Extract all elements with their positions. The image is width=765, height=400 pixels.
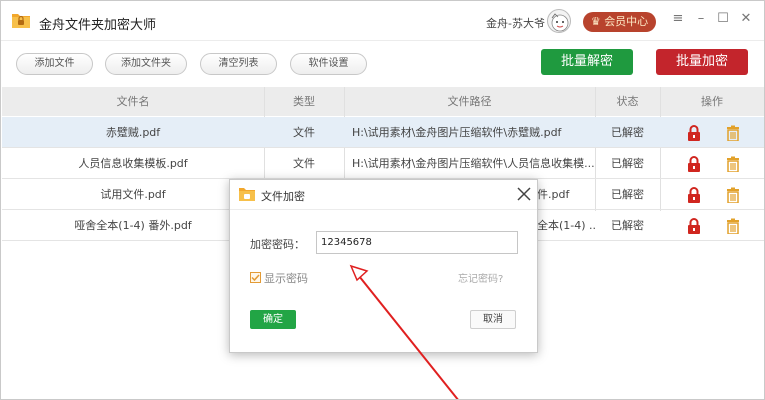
header-status[interactable]: 状态 (595, 87, 660, 116)
file-status: 已解密 (611, 157, 644, 170)
password-input[interactable] (316, 231, 518, 254)
file-type: 文件 (293, 126, 315, 139)
file-name: 人员信息收集模板.pdf (78, 157, 188, 170)
vip-center-label: 会员中心 (604, 15, 649, 28)
thumbs-up-icon: ♛ (590, 15, 601, 28)
trash-icon[interactable] (726, 156, 740, 172)
header-path[interactable]: 文件路径 (344, 87, 595, 116)
title-bar: 金舟文件夹加密大师 金舟-苏大爷 ♛ 会员中心 ≡ – ☐ ✕ (1, 1, 764, 41)
add-file-button[interactable]: 添加文件 (16, 53, 93, 75)
app-title: 金舟文件夹加密大师 (39, 18, 157, 33)
file-type: 文件 (293, 157, 315, 170)
folder-lock-icon (239, 188, 255, 201)
settings-button[interactable]: 软件设置 (290, 53, 367, 75)
file-name: 哑舍全本(1-4) 番外.pdf (74, 219, 192, 232)
file-path: H:\试用素材\金舟图片压缩软件\赤躄贼.pdf (352, 126, 562, 139)
lock-icon[interactable] (687, 218, 701, 234)
file-path: 件.pdf (537, 188, 570, 201)
table-row[interactable]: 赤躄贼.pdf 文件 H:\试用素材\金舟图片压缩软件\赤躄贼.pdf 已解密 (2, 117, 764, 148)
trash-icon[interactable] (726, 187, 740, 203)
minimize-icon[interactable]: – (693, 11, 709, 29)
cancel-button[interactable]: 取消 (470, 310, 516, 329)
batch-encrypt-button[interactable]: 批量加密 (656, 49, 748, 75)
close-icon[interactable]: ✕ (738, 11, 754, 29)
show-password-checkbox[interactable] (250, 272, 261, 283)
password-label: 加密密码： (250, 238, 305, 251)
table-row[interactable]: 人员信息收集模板.pdf 文件 H:\试用素材\金舟图片压缩软件\人员信息收集模… (2, 148, 764, 179)
file-status: 已解密 (611, 126, 644, 139)
avatar-face-icon (551, 13, 569, 32)
user-name: 金舟-苏大爷 (486, 17, 545, 30)
add-folder-button[interactable]: 添加文件夹 (105, 53, 187, 75)
header-type[interactable]: 类型 (264, 87, 344, 116)
table-header: 文件名 类型 文件路径 状态 操作 (2, 87, 764, 116)
file-status: 已解密 (611, 219, 644, 232)
folder-lock-logo-icon (12, 14, 30, 28)
file-status: 已解密 (611, 188, 644, 201)
clear-list-button[interactable]: 清空列表 (200, 53, 277, 75)
lock-icon[interactable] (687, 156, 701, 172)
header-actions: 操作 (701, 95, 723, 108)
lock-icon[interactable] (687, 187, 701, 203)
show-password-label[interactable]: 显示密码 (264, 270, 308, 286)
trash-icon[interactable] (726, 125, 740, 141)
trash-icon[interactable] (726, 218, 740, 234)
checkmark-icon (251, 274, 260, 282)
header-name[interactable]: 文件名 (2, 87, 264, 116)
vip-center-button[interactable]: ♛ 会员中心 (583, 12, 656, 32)
file-name: 赤躄贼.pdf (105, 126, 161, 139)
file-name: 试用文件.pdf (100, 188, 166, 201)
file-path: 全本(1-4) ... (537, 219, 595, 232)
menu-icon[interactable]: ≡ (670, 11, 686, 29)
encrypt-dialog: 文件加密 加密密码： 显示密码 忘记密码? 确定 取消 (229, 179, 538, 353)
forgot-password-link[interactable]: 忘记密码? (458, 270, 503, 285)
app-window: 金舟文件夹加密大师 金舟-苏大爷 ♛ 会员中心 ≡ – ☐ ✕ 添加文件 添加文… (0, 0, 765, 400)
dialog-header: 文件加密 (230, 180, 537, 210)
maximize-icon[interactable]: ☐ (715, 11, 731, 29)
file-path: H:\试用素材\金舟图片压缩软件\人员信息收集模... (352, 157, 595, 170)
avatar[interactable] (547, 9, 571, 33)
toolbar: 添加文件 添加文件夹 清空列表 软件设置 批量解密 批量加密 (1, 42, 764, 86)
lock-icon[interactable] (687, 125, 701, 141)
confirm-button[interactable]: 确定 (250, 310, 296, 329)
batch-decrypt-button[interactable]: 批量解密 (541, 49, 633, 75)
close-icon[interactable] (516, 186, 532, 202)
dialog-title: 文件加密 (261, 190, 305, 203)
